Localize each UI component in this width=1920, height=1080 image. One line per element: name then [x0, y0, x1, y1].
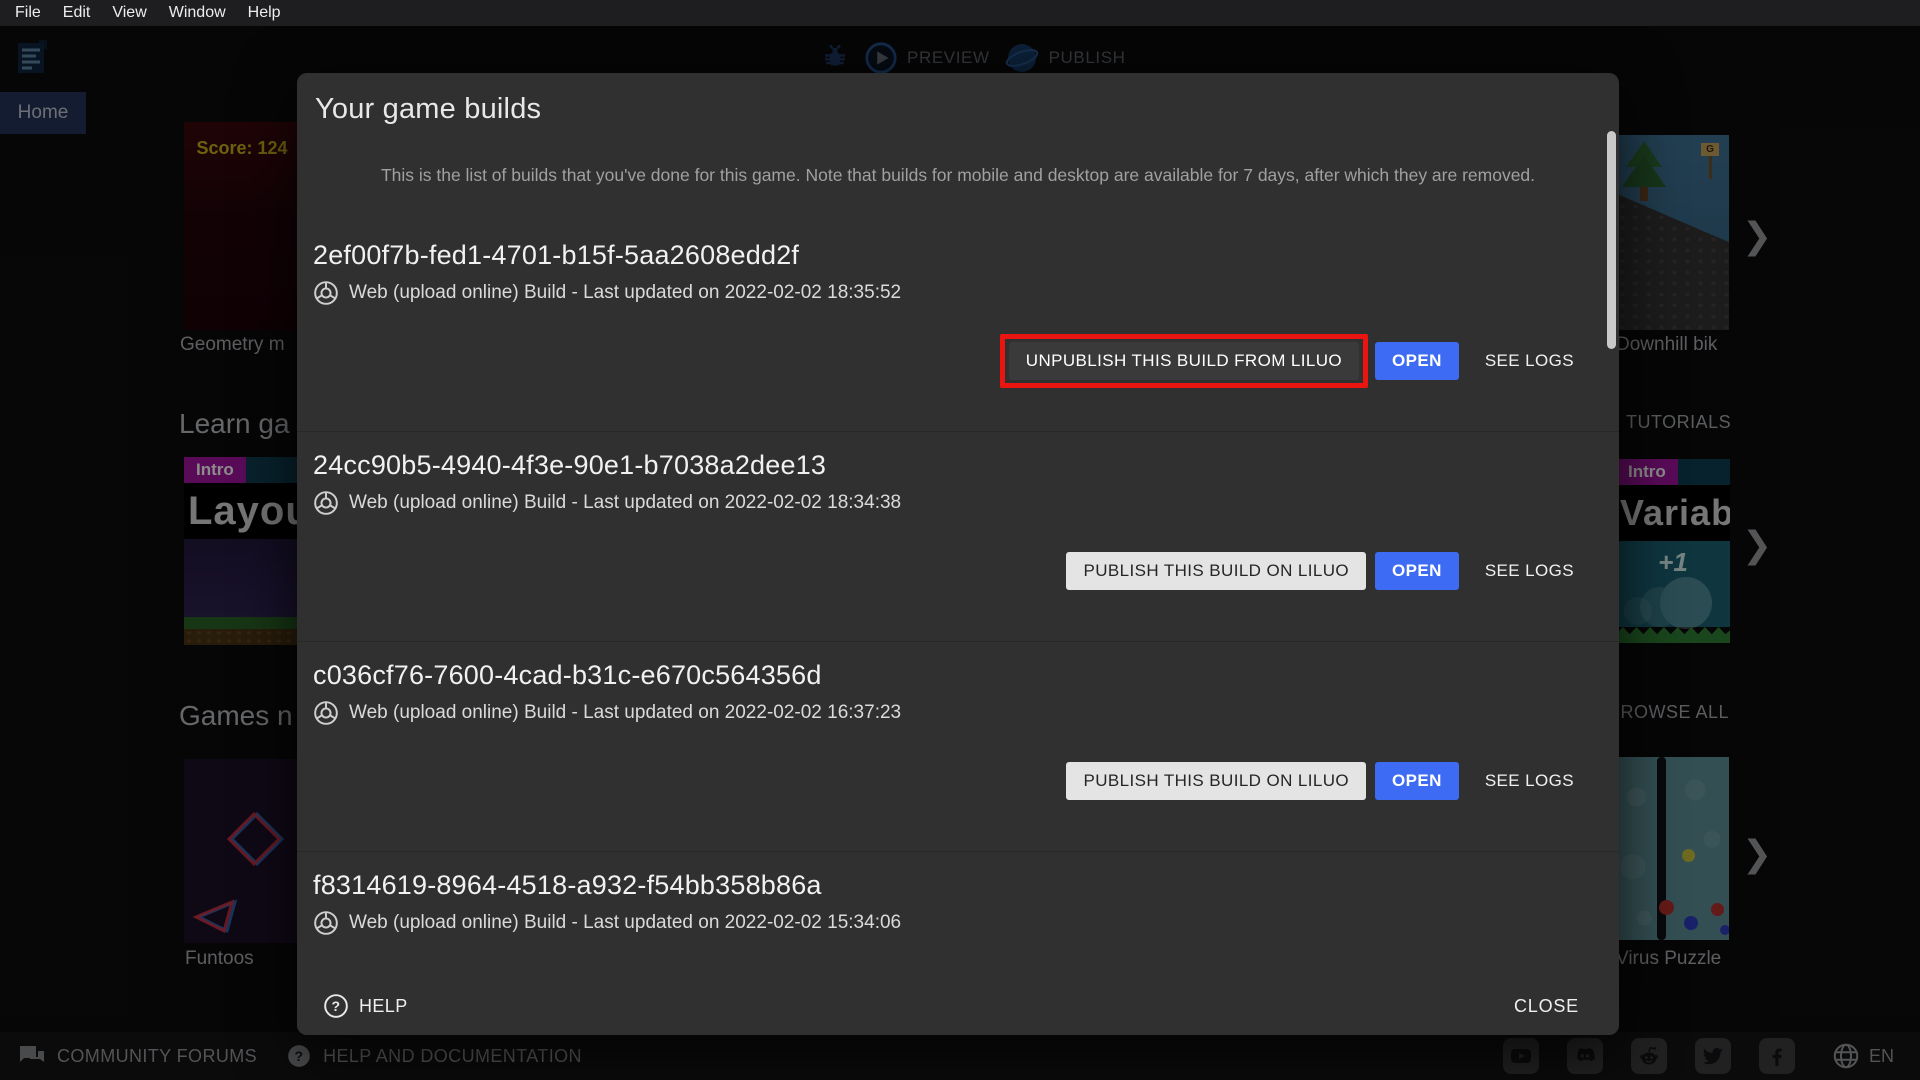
- see-logs-button[interactable]: SEE LOGS: [1468, 762, 1591, 800]
- build-row: 2ef00f7b-fed1-4701-b15f-5aa2608edd2f Web…: [297, 222, 1619, 432]
- dialog-description: This is the list of builds that you've d…: [363, 162, 1553, 189]
- open-build-button[interactable]: OPEN: [1375, 342, 1459, 380]
- build-id: 24cc90b5-4940-4f3e-90e1-b7038a2dee13: [313, 450, 1591, 481]
- unpublish-build-button[interactable]: UNPUBLISH THIS BUILD FROM LILUO: [1009, 342, 1359, 380]
- build-subtitle: Web (upload online) Build - Last updated…: [349, 280, 901, 306]
- build-row: 24cc90b5-4940-4f3e-90e1-b7038a2dee13 Web…: [297, 432, 1619, 642]
- menu-edit[interactable]: Edit: [52, 4, 102, 22]
- close-button[interactable]: CLOSE: [1500, 988, 1593, 1025]
- chrome-icon: [313, 490, 339, 516]
- menu-view[interactable]: View: [101, 4, 157, 22]
- publish-build-button[interactable]: PUBLISH THIS BUILD ON LILUO: [1066, 762, 1366, 800]
- svg-text:?: ?: [331, 998, 340, 1014]
- help-circle-icon: ?: [323, 993, 349, 1019]
- help-button[interactable]: ? HELP: [323, 993, 408, 1019]
- see-logs-button[interactable]: SEE LOGS: [1468, 552, 1591, 590]
- build-subtitle: Web (upload online) Build - Last updated…: [349, 490, 901, 516]
- chrome-icon: [313, 910, 339, 936]
- dialog-scrollbar[interactable]: [1607, 131, 1616, 349]
- dialog-actions-bar: ? HELP CLOSE: [297, 977, 1619, 1035]
- red-annotation-box: UNPUBLISH THIS BUILD FROM LILUO: [1000, 334, 1368, 388]
- menu-bar: File Edit View Window Help: [0, 0, 1920, 26]
- build-subtitle: Web (upload online) Build - Last updated…: [349, 700, 901, 726]
- build-row: c036cf76-7600-4cad-b31c-e670c564356d Web…: [297, 642, 1619, 852]
- app-window: File Edit View Window Help Home PREVIEW …: [0, 0, 1920, 1080]
- build-id: 2ef00f7b-fed1-4701-b15f-5aa2608edd2f: [313, 240, 1591, 271]
- chrome-icon: [313, 700, 339, 726]
- open-build-button[interactable]: OPEN: [1375, 552, 1459, 590]
- see-logs-button[interactable]: SEE LOGS: [1468, 342, 1591, 380]
- menu-help[interactable]: Help: [237, 4, 292, 22]
- game-builds-dialog: Your game builds This is the list of bui…: [297, 73, 1619, 1035]
- menu-file[interactable]: File: [4, 4, 52, 22]
- open-build-button[interactable]: OPEN: [1375, 762, 1459, 800]
- build-id: f8314619-8964-4518-a932-f54bb358b86a: [313, 870, 1591, 901]
- build-id: c036cf76-7600-4cad-b31c-e670c564356d: [313, 660, 1591, 691]
- build-subtitle: Web (upload online) Build - Last updated…: [349, 910, 901, 936]
- help-label: HELP: [359, 996, 408, 1017]
- dialog-title: Your game builds: [315, 93, 1595, 126]
- chrome-icon: [313, 280, 339, 306]
- menu-window[interactable]: Window: [158, 4, 237, 22]
- build-row: f8314619-8964-4518-a932-f54bb358b86a Web…: [297, 852, 1619, 936]
- publish-build-button[interactable]: PUBLISH THIS BUILD ON LILUO: [1066, 552, 1366, 590]
